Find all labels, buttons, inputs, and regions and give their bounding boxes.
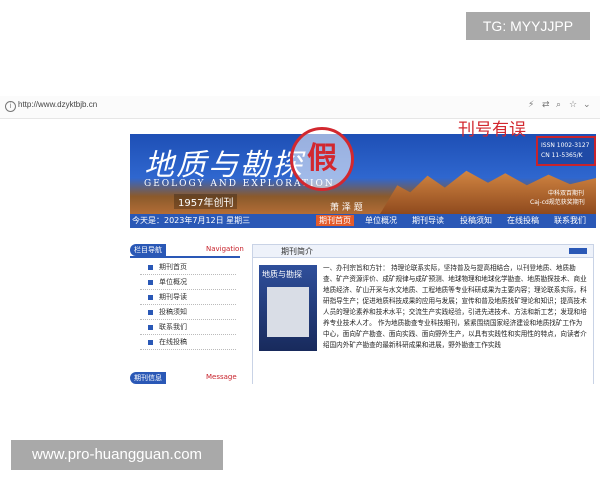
nav-submission-notice[interactable]: 投稿须知	[460, 215, 492, 226]
founded-year: 1957年创刊	[174, 194, 238, 209]
sidebar-item-journal-guide[interactable]: 期刊导读	[140, 290, 236, 305]
nav-journal-guide[interactable]: 期刊导读	[412, 215, 444, 226]
bookmark-star-icon[interactable]: ☆	[569, 100, 577, 110]
nav-home[interactable]: 期刊首页	[316, 215, 354, 226]
issn-cn-box: ISSN 1002-3127 CN 11-5365/K	[536, 136, 596, 166]
sidebar-item-online-submit[interactable]: 在线投稿	[140, 335, 236, 350]
sidebar-title-2: 期刊信息	[130, 372, 166, 384]
bullet-icon	[148, 339, 153, 345]
award-mark-2: Caj-cd规范获奖期刊	[530, 199, 585, 206]
sidebar: 栏目导航 Navigation 期刊首页 单位概况 期刊导读 投稿须知 联系我们…	[130, 244, 244, 384]
panel-header: 期刊简介	[253, 245, 593, 258]
nav-unit-overview[interactable]: 单位概况	[365, 215, 397, 226]
panel-title: 期刊简介	[281, 247, 313, 256]
intro-text: 一、办刊宗旨和方针： 持理论联系实际，坚持普及与提高相结合，以刊登地质、地质勘查…	[323, 264, 587, 349]
sidebar-item-contact[interactable]: 联系我们	[140, 320, 236, 335]
url-text[interactable]: http://www.dzyktbjb.cn	[18, 100, 97, 109]
sidebar-item-home[interactable]: 期刊首页	[140, 260, 236, 275]
tg-overlay-label: TG: MYYJJPP	[466, 12, 590, 40]
sidebar-item-unit-overview[interactable]: 单位概况	[140, 275, 236, 290]
award-mark-1: 中科双百期刊	[548, 190, 585, 197]
bullet-icon	[148, 294, 153, 300]
sidebar-title-2-en: Message	[206, 373, 237, 381]
sidebar-title: 栏目导航	[130, 244, 166, 256]
sidebar-item-submission-notice[interactable]: 投稿须知	[140, 305, 236, 320]
journal-intro-panel: 期刊简介 地质与勘探 一、办刊宗旨和方针： 持理论联系实际，坚持普及与提高相结合…	[252, 244, 594, 384]
calligraphy-signature: 萧 泽 题	[330, 203, 363, 213]
sidebar-title-en: Navigation	[206, 245, 244, 253]
fake-stamp: 假	[290, 127, 354, 191]
cover-title: 地质与勘探	[262, 270, 302, 279]
bullet-icon	[148, 279, 153, 285]
cn-text: CN 11-5365/K	[541, 152, 583, 159]
sidebar-header: 栏目导航 Navigation	[130, 244, 244, 258]
nav-online-submit[interactable]: 在线投稿	[507, 215, 539, 226]
issn-text: ISSN 1002-3127	[541, 142, 590, 149]
bullet-icon	[148, 309, 153, 315]
more-button[interactable]	[569, 248, 587, 254]
site-nav-bar: 今天是：2023年7月12日 星期三 期刊首页 单位概况 期刊导读 投稿须知 在…	[130, 214, 596, 228]
bullet-icon	[148, 264, 153, 270]
reader-icon[interactable]: ⇄	[542, 100, 550, 110]
site-watermark: www.pro-huangguan.com	[11, 440, 223, 470]
bullet-icon	[148, 324, 153, 330]
sidebar-header-2: 期刊信息 Message	[130, 372, 240, 384]
site-info-icon[interactable]: i	[5, 101, 16, 112]
nav-contact[interactable]: 联系我们	[554, 215, 586, 226]
zoom-icon[interactable]: ⌕	[556, 100, 561, 110]
cover-figure	[267, 287, 309, 337]
error-annotation-label: 刊号有误	[458, 120, 526, 140]
journal-banner: 地质与勘探 GEOLOGY AND EXPLORATION 1957年创刊 萧 …	[130, 134, 596, 214]
current-date: 今天是：2023年7月12日 星期三	[132, 216, 251, 225]
chevron-down-icon[interactable]: ⌄	[583, 100, 591, 110]
extension-icon[interactable]: ⚡	[528, 100, 534, 110]
journal-title: 地质与勘探	[144, 148, 304, 183]
journal-cover-image: 地质与勘探	[259, 265, 317, 351]
